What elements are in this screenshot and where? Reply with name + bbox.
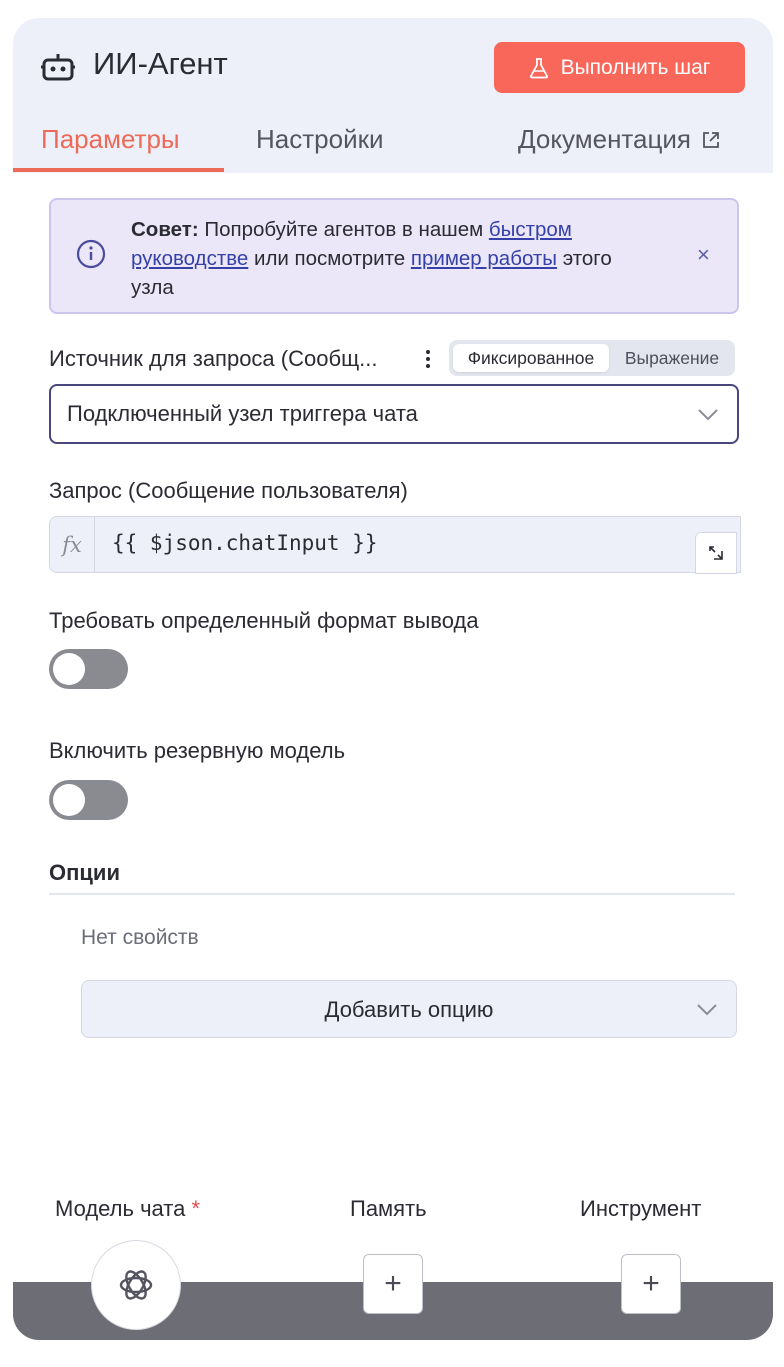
options-title: Опции xyxy=(49,860,120,885)
tip-text-1: Попробуйте агентов в нашем xyxy=(198,218,489,241)
add-option-dropdown[interactable]: Добавить опцию xyxy=(81,980,737,1038)
more-options-icon[interactable] xyxy=(423,348,433,370)
example-link[interactable]: пример работы xyxy=(411,247,557,270)
toggle-knob xyxy=(53,653,85,685)
tab-docs-label: Документация xyxy=(518,124,691,154)
tab-parameters[interactable]: Параметры xyxy=(41,124,180,155)
active-tab-indicator xyxy=(13,168,224,172)
external-link-icon xyxy=(703,132,719,148)
prompt-expression-value: {{ $json.chatInput }} xyxy=(112,531,378,555)
mode-fixed-option[interactable]: Фиксированное xyxy=(453,344,609,372)
tab-docs[interactable]: Документация xyxy=(518,124,721,155)
tip-text-2: или посмотрите xyxy=(248,247,411,270)
memory-label: Память xyxy=(350,1196,427,1221)
prompt-source-label: Источник для запроса (Сообщ... xyxy=(49,346,378,371)
prompt-source-value: Подключенный узел триггера чата xyxy=(67,401,418,426)
tool-label: Инструмент xyxy=(580,1196,702,1221)
quickstart-link-a: быстром xyxy=(488,218,572,241)
execute-step-button[interactable]: Выполнить шаг xyxy=(494,42,745,93)
chat-model-label: Модель чата * xyxy=(55,1196,200,1222)
quickstart-link-b: руководстве xyxy=(131,247,249,270)
add-memory-button[interactable]: + xyxy=(363,1254,423,1314)
info-icon xyxy=(76,239,106,269)
tip-bold: Совет: xyxy=(131,218,199,241)
node-title: ИИ-Агент xyxy=(93,46,228,81)
ai-agent-panel: ИИ-Агент Выполнить шаг Параметры Настрой… xyxy=(13,18,773,1340)
tab-settings-label: Настройки xyxy=(256,124,384,154)
chat-model-node[interactable] xyxy=(91,1240,181,1330)
mode-switch: Фиксированное Выражение xyxy=(449,340,735,376)
tab-parameters-label: Параметры xyxy=(41,124,180,154)
require-format-label: Требовать определенный формат вывода xyxy=(49,608,479,633)
required-mark: * xyxy=(191,1196,201,1221)
chat-model-label-text: Модель чата xyxy=(55,1196,186,1221)
flask-icon xyxy=(529,57,548,78)
options-divider xyxy=(49,893,735,895)
close-icon[interactable]: × xyxy=(697,242,710,268)
fallback-model-toggle[interactable] xyxy=(49,780,128,820)
tip-callout: Совет: Попробуйте агентов в нашем быстро… xyxy=(49,198,739,314)
panel-header: ИИ-Агент Выполнить шаг Параметры Настрой… xyxy=(13,18,773,173)
openai-icon xyxy=(119,1270,153,1300)
chevron-down-icon xyxy=(698,409,718,421)
tab-settings[interactable]: Настройки xyxy=(256,124,384,155)
robot-icon xyxy=(41,54,75,81)
execute-step-label: Выполнить шаг xyxy=(560,55,711,79)
no-properties-text: Нет свойств xyxy=(81,926,199,949)
add-option-label: Добавить опцию xyxy=(324,997,494,1022)
prompt-source-select[interactable]: Подключенный узел триггера чата xyxy=(49,384,739,444)
mode-expression-option[interactable]: Выражение xyxy=(613,344,731,372)
add-tool-button[interactable]: + xyxy=(621,1254,681,1314)
chevron-down-icon xyxy=(697,1004,717,1016)
fallback-model-label: Включить резервную модель xyxy=(49,738,346,763)
expand-editor-button[interactable] xyxy=(695,532,737,574)
require-format-toggle[interactable] xyxy=(49,649,128,689)
fx-icon: fx xyxy=(50,517,95,572)
tip-text: Совет: Попробуйте агентов в нашем быстро… xyxy=(131,215,651,302)
prompt-expression-field[interactable]: fx {{ $json.chatInput }} xyxy=(49,516,741,573)
expand-icon xyxy=(709,546,723,560)
prompt-label: Запрос (Сообщение пользователя) xyxy=(49,478,408,503)
toggle-knob xyxy=(53,784,85,816)
